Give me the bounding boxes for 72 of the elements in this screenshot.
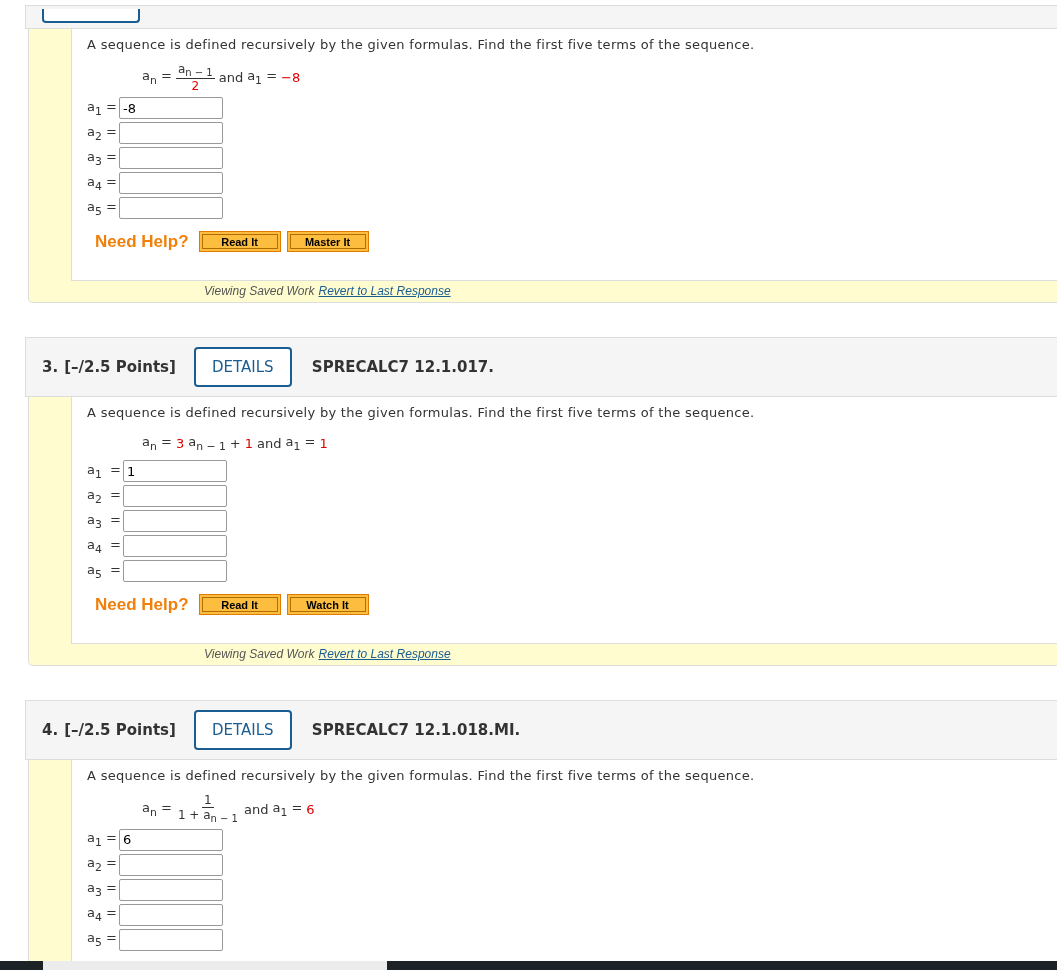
formula-text: 1 + a$_{n − 1}$: [177, 808, 238, 823]
details-button[interactable]: DETAILS: [193, 347, 292, 388]
answer-label: a$_{5}$ =: [87, 199, 117, 218]
answer-label: a$_{1}$ =: [87, 830, 117, 850]
answer-label: a$_{5}$ =: [87, 562, 122, 581]
problem-number: 3.: [42, 358, 59, 377]
formula-text: +: [229, 435, 241, 451]
points-label: [–/2.5 Points]: [64, 358, 176, 377]
formula-text: a$_{1}$ =: [285, 434, 316, 453]
formula-text: a$_{n}$ =: [142, 434, 172, 453]
answer-label: a$_{3}$ =: [87, 880, 117, 900]
answer-field[interactable]: [119, 197, 223, 220]
need-help-label: Need Help?: [95, 231, 189, 252]
formula-text: a$_{n − 1}$: [188, 434, 226, 453]
revert-link[interactable]: Revert to Last Response: [318, 647, 451, 662]
formula-text: a$_{n}$ =: [142, 799, 172, 819]
need-help-label: Need Help?: [95, 594, 189, 615]
answer-label: a$_{1}$ =: [87, 462, 122, 481]
details-button[interactable]: [42, 9, 140, 23]
problem-number: 4.: [42, 721, 59, 740]
answer-label: a$_{4}$ =: [87, 537, 122, 556]
question-text: A sequence is defined recursively by the given formulas. Find the first five terms of the sequence.: [87, 405, 756, 421]
answer-field[interactable]: [123, 485, 228, 508]
problem-code: SPRECALC7 12.1.017.: [311, 358, 494, 377]
formula-text: 6: [306, 801, 315, 817]
answer-label: a$_{4}$ =: [87, 905, 117, 925]
formula-text: a$_{1}$ =: [247, 68, 278, 87]
question-text: A sequence is defined recursively by the given formulas. Find the first five terms of the sequence.: [87, 37, 756, 52]
answer-label: a$_{2}$ =: [87, 124, 117, 143]
help-button[interactable]: Read It: [198, 594, 281, 616]
answer-field[interactable]: [123, 535, 228, 558]
answer-label: a$_{2}$ =: [87, 487, 122, 506]
formula-text: and: [257, 435, 282, 451]
formula-text: −8: [281, 70, 301, 86]
revert-link[interactable]: Revert to Last Response: [318, 284, 451, 299]
answer-field[interactable]: 6: [119, 828, 223, 851]
problem-code: SPRECALC7 12.1.018.MI.: [311, 721, 521, 740]
formula-text: 1: [204, 793, 212, 808]
answer-field[interactable]: [119, 878, 223, 901]
answer-label: a$_{3}$ =: [87, 512, 122, 531]
answer-field[interactable]: [123, 560, 228, 583]
answer-field[interactable]: [119, 903, 223, 926]
formula-text: 1: [319, 435, 328, 451]
formula-text: 1: [244, 435, 254, 451]
answer-field[interactable]: 1: [123, 460, 228, 483]
answer-label: a$_{1}$ =: [87, 99, 117, 118]
formula-text: and: [244, 801, 269, 817]
answer-field[interactable]: [119, 928, 223, 951]
details-button[interactable]: DETAILS: [193, 710, 292, 751]
answer-label: a$_{4}$ =: [87, 174, 117, 193]
formula-text: a$_{1}$ =: [272, 799, 303, 819]
points-label: [–/2.5 Points]: [64, 721, 176, 740]
answer-field[interactable]: [123, 510, 228, 533]
question-text: A sequence is defined recursively by the given formulas. Find the first five terms of the sequence.: [87, 768, 756, 784]
formula-text: 3: [175, 435, 185, 451]
answer-label: a$_{5}$ =: [87, 930, 117, 950]
help-button[interactable]: Read It: [198, 231, 281, 253]
answer-field[interactable]: -8: [119, 97, 223, 120]
help-button[interactable]: Watch It: [286, 594, 369, 616]
answer-field[interactable]: [119, 172, 223, 195]
saved-work-note: Viewing Saved Work: [204, 647, 315, 662]
help-button[interactable]: Master It: [286, 231, 369, 253]
answer-field[interactable]: [119, 147, 223, 170]
formula-text: a$_{n − 1}$: [177, 62, 213, 76]
answer-label: a$_{2}$ =: [87, 855, 117, 875]
answer-label: a$_{3}$ =: [87, 149, 117, 168]
formula-text: a$_{n}$ =: [142, 68, 172, 87]
answer-field[interactable]: [119, 853, 223, 876]
formula-text: 2: [191, 79, 200, 94]
formula-text: and: [218, 70, 244, 86]
saved-work-note: Viewing Saved Work: [204, 284, 315, 299]
answer-field[interactable]: [119, 122, 223, 145]
